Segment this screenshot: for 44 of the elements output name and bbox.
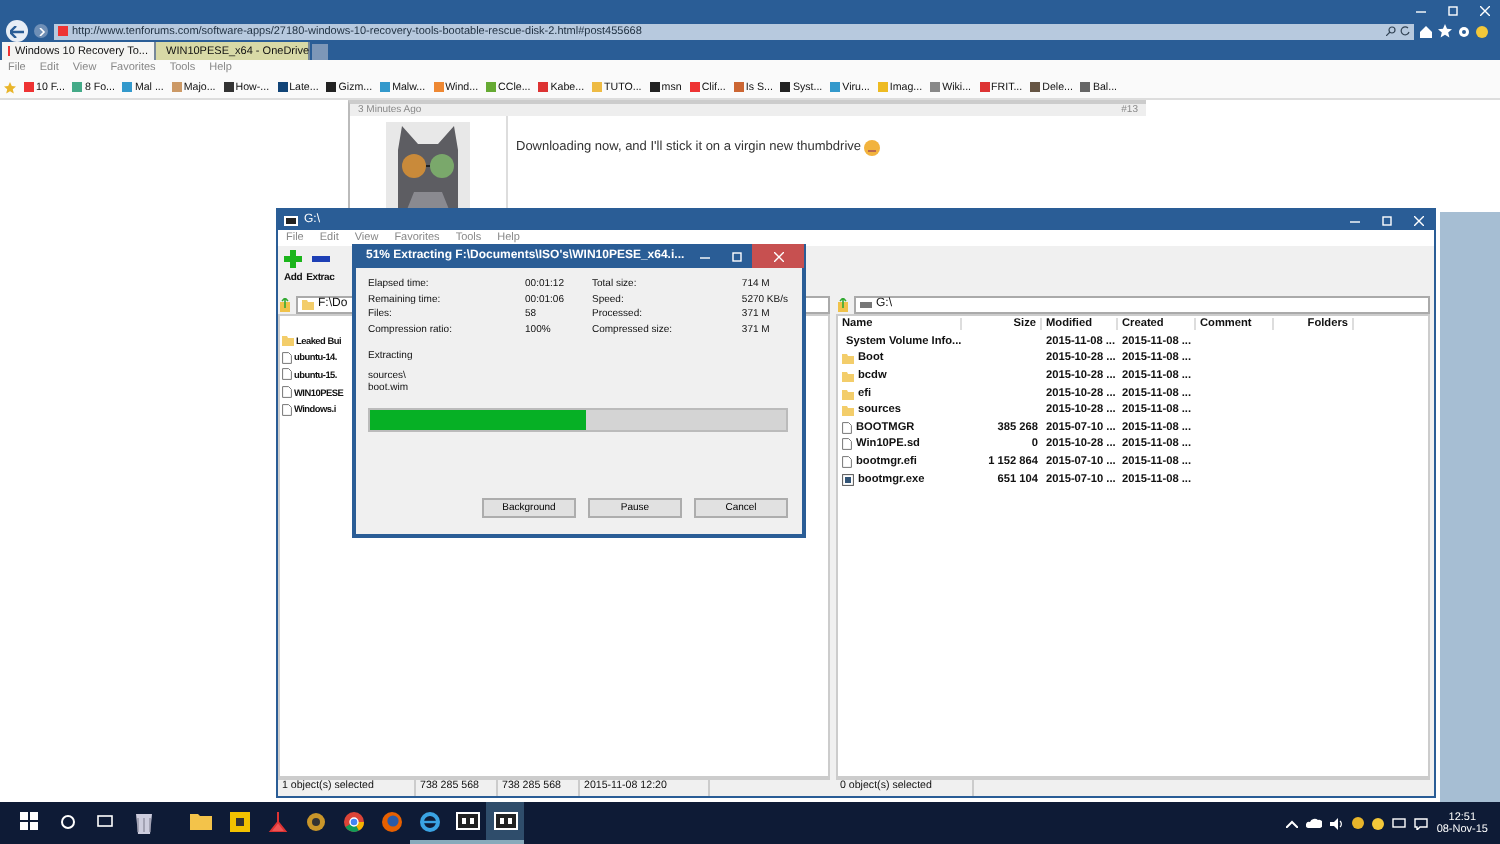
taskbar-app[interactable]: [486, 802, 524, 844]
star-icon[interactable]: [1438, 24, 1452, 38]
task-view-icon[interactable]: [96, 814, 114, 828]
up-folder-icon[interactable]: [278, 297, 292, 311]
archive-icon: [493, 812, 517, 830]
maximize-icon[interactable]: [1447, 5, 1457, 15]
forward-button[interactable]: [34, 24, 48, 38]
minimize-icon[interactable]: [1349, 215, 1359, 225]
maximize-icon[interactable]: [1381, 215, 1391, 225]
folder-icon: [302, 298, 314, 310]
browser-e-icon: [419, 811, 439, 831]
close-icon[interactable]: [1413, 215, 1423, 225]
minimize-icon[interactable]: [1415, 5, 1425, 15]
maximize-icon[interactable]: [731, 251, 742, 261]
close-icon: [773, 251, 784, 261]
search-icon[interactable]: [59, 813, 75, 829]
browser-icon: [343, 811, 363, 831]
globe-icon: [381, 811, 401, 831]
message-icon[interactable]: [1414, 817, 1429, 829]
speaker-icon[interactable]: [1330, 817, 1345, 829]
emoji-icon: [863, 140, 879, 156]
archive-icon: [455, 812, 479, 830]
plus-icon: [284, 250, 303, 268]
site-icon: [58, 26, 68, 36]
minimize-icon[interactable]: [699, 251, 710, 261]
archive-icon: [284, 215, 298, 225]
folder-icon: [190, 812, 212, 830]
drive-icon: [860, 301, 872, 307]
recycle-bin-icon: [133, 809, 153, 833]
star-icon[interactable]: [4, 81, 16, 93]
close-icon[interactable]: [1479, 5, 1489, 15]
cloud-icon[interactable]: [1306, 818, 1323, 828]
home-icon[interactable]: [1420, 25, 1432, 37]
search-icon: [1386, 26, 1396, 36]
settings-icon[interactable]: [1458, 25, 1470, 37]
up-folder-icon[interactable]: [836, 297, 850, 311]
program-icon: [842, 473, 854, 486]
refresh-icon[interactable]: [1400, 26, 1410, 36]
monitor-icon[interactable]: [1392, 817, 1407, 829]
folder-icon: [282, 334, 294, 347]
back-button[interactable]: [6, 20, 28, 42]
minus-icon: [311, 256, 330, 262]
start-icon[interactable]: [20, 812, 38, 830]
chevron-up-icon[interactable]: [1286, 819, 1299, 827]
